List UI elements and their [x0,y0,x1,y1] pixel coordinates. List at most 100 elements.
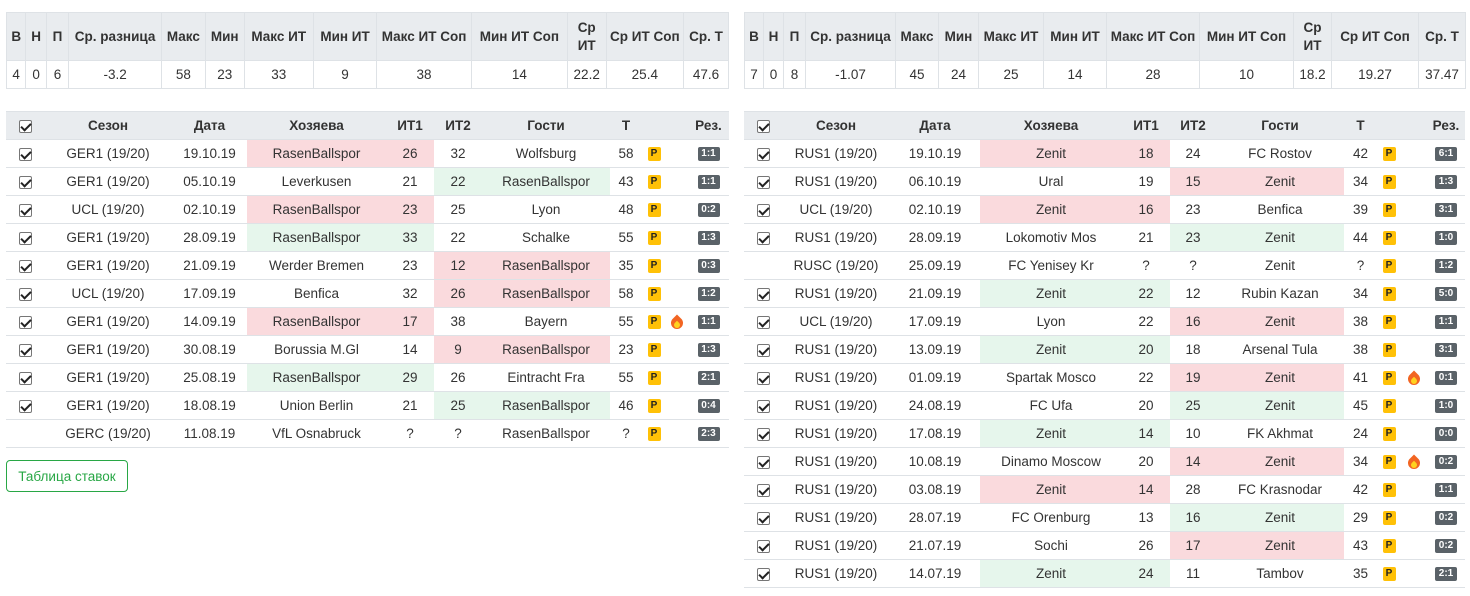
result-badge[interactable]: 1:3 [697,343,720,358]
home-team-cell[interactable]: Zenit [980,279,1122,308]
table-row[interactable]: GER1 (19/20) 05.10.19 Leverkusen 21 22 RasenB… [6,167,729,196]
result-badge[interactable]: 1:2 [697,287,720,302]
row-checkbox[interactable] [756,511,770,525]
table-row[interactable]: UCL (19/20) 02.10.19 RasenBallspor 23 25 Lyon… [6,195,729,224]
result-badge[interactable]: 3:1 [1435,343,1457,358]
away-team-cell[interactable]: FK Akhmat [1216,419,1344,448]
row-checkbox[interactable] [756,315,770,329]
p-badge[interactable]: P [647,175,661,190]
p-badge[interactable]: P [1382,371,1396,386]
table-row[interactable]: RUSC (19/20) 25.09.19 FC Yenisey Kr?? Zenit… [744,251,1465,280]
row-checkbox[interactable] [756,427,770,441]
result-badge[interactable]: 1:1 [1435,483,1457,498]
p-badge[interactable]: P [1382,399,1396,414]
home-team-cell[interactable]: Zenit [980,559,1122,588]
result-badge[interactable]: 0:3 [697,259,720,274]
p-badge[interactable]: P [647,231,661,246]
result-badge[interactable]: 1:2 [1435,259,1457,274]
table-row[interactable]: UCL (19/20) 02.10.19 Zenit 16 23 Benfica 39 P 3:… [744,195,1465,224]
p-badge[interactable]: P [647,315,661,330]
result-badge[interactable]: 6:1 [1435,147,1457,162]
home-team-cell[interactable]: Dinamo Moscow [980,447,1122,476]
row-checkbox[interactable] [18,371,32,385]
row-checkbox[interactable] [18,231,32,245]
result-badge[interactable]: 1:0 [1435,399,1457,414]
result-badge[interactable]: 5:0 [1435,287,1457,302]
home-team-cell[interactable]: Werder Bremen [247,251,386,280]
row-checkbox[interactable] [756,175,770,189]
away-team-cell[interactable]: Wolfsburg [482,139,610,168]
p-badge[interactable]: P [1382,343,1396,358]
row-checkbox[interactable] [756,231,770,245]
p-badge[interactable]: P [647,427,661,442]
row-checkbox[interactable] [18,175,32,189]
home-team-cell[interactable]: Spartak Mosco [980,363,1122,392]
away-team-cell[interactable]: Zenit [1216,391,1344,420]
away-team-cell[interactable]: RasenBallspor [482,391,610,420]
row-checkbox[interactable] [756,399,770,413]
table-row[interactable]: RUS1 (19/20) 13.09.19 Zenit 20 18 Arsenal Tul… [744,335,1465,364]
table-row[interactable]: RUS1 (19/20) 19.10.19 Zenit 18 24 FC Rostov 42… [744,139,1465,168]
row-checkbox[interactable] [756,343,770,357]
result-badge[interactable]: 1:1 [697,147,720,162]
row-checkbox[interactable] [18,147,32,161]
home-team-cell[interactable]: Leverkusen [247,167,386,196]
p-badge[interactable]: P [647,203,661,218]
home-team-cell[interactable]: Zenit [980,195,1122,224]
table-row[interactable]: RUS1 (19/20) 21.07.19 Sochi 26 17 Zenit 43 P 0:2 [744,531,1465,560]
row-checkbox[interactable] [18,343,32,357]
table-row[interactable]: RUS1 (19/20) 01.09.19 Spartak Mosco 22 19 Zen… [744,363,1465,392]
result-badge[interactable]: 0:2 [1435,539,1457,554]
table-row[interactable]: RUS1 (19/20) 17.08.19 Zenit 14 10 FK Akhmat 24… [744,419,1465,448]
away-team-cell[interactable]: RasenBallspor [482,279,610,308]
away-team-cell[interactable]: RasenBallspor [482,335,610,364]
away-team-cell[interactable]: Lyon [482,195,610,224]
table-row[interactable]: RUS1 (19/20) 28.09.19 Lokomotiv Mos 21 23 Zen… [744,223,1465,252]
result-badge[interactable]: 1:1 [697,315,720,330]
result-badge[interactable]: 0:2 [1435,511,1457,526]
away-team-cell[interactable]: Zenit [1216,223,1344,252]
home-team-cell[interactable]: FC Yenisey Kr [980,251,1122,280]
bets-table-button[interactable]: Таблица ставок [6,460,128,492]
p-badge[interactable]: P [1382,175,1396,190]
home-team-cell[interactable]: RasenBallspor [247,223,386,252]
home-team-cell[interactable]: Borussia M.Gl [247,335,386,364]
away-team-cell[interactable]: Bayern [482,307,610,336]
away-team-cell[interactable]: FC Krasnodar [1216,475,1344,504]
result-badge[interactable]: 1:1 [697,175,720,190]
away-team-cell[interactable]: Benfica [1216,195,1344,224]
result-badge[interactable]: 0:1 [1435,371,1457,386]
table-row[interactable]: RUS1 (19/20) 21.09.19 Zenit 22 12 Rubin Kazan… [744,279,1465,308]
p-badge[interactable]: P [647,343,661,358]
away-team-cell[interactable]: Zenit [1216,531,1344,560]
select-all-checkbox[interactable] [756,119,770,133]
away-team-cell[interactable]: Schalke [482,223,610,252]
away-team-cell[interactable]: Eintracht Fra [482,363,610,392]
home-team-cell[interactable]: RasenBallspor [247,307,386,336]
home-team-cell[interactable]: VfL Osnabruck [247,419,386,448]
table-row[interactable]: GER1 (19/20) 25.08.19 RasenBallspor 29 26 Ein… [6,363,729,392]
result-badge[interactable]: 0:4 [697,399,720,414]
p-badge[interactable]: P [1382,315,1396,330]
p-badge[interactable]: P [1382,427,1396,442]
row-checkbox[interactable] [18,287,32,301]
away-team-cell[interactable]: RasenBallspor [482,419,610,448]
result-badge[interactable]: 1:3 [697,231,720,246]
row-checkbox[interactable] [756,567,770,581]
away-team-cell[interactable]: Zenit [1216,503,1344,532]
result-badge[interactable]: 2:3 [697,427,720,442]
table-row[interactable]: RUS1 (19/20) 06.10.19 Ural 19 15 Zenit 34 P 1:3 [744,167,1465,196]
away-team-cell[interactable]: Zenit [1216,167,1344,196]
table-row[interactable]: RUS1 (19/20) 03.08.19 Zenit 14 28 FC Krasnoda… [744,475,1465,504]
p-badge[interactable]: P [1382,539,1396,554]
p-badge[interactable]: P [647,287,661,302]
away-team-cell[interactable]: Zenit [1216,307,1344,336]
away-team-cell[interactable]: Tambov [1216,559,1344,588]
home-team-cell[interactable]: Lokomotiv Mos [980,223,1122,252]
row-checkbox[interactable] [18,315,32,329]
table-row[interactable]: UCL (19/20) 17.09.19 Lyon 22 16 Zenit 38 P 1:1 [744,307,1465,336]
home-team-cell[interactable]: Sochi [980,531,1122,560]
away-team-cell[interactable]: RasenBallspor [482,251,610,280]
row-checkbox[interactable] [756,455,770,469]
result-badge[interactable]: 0:2 [697,203,720,218]
